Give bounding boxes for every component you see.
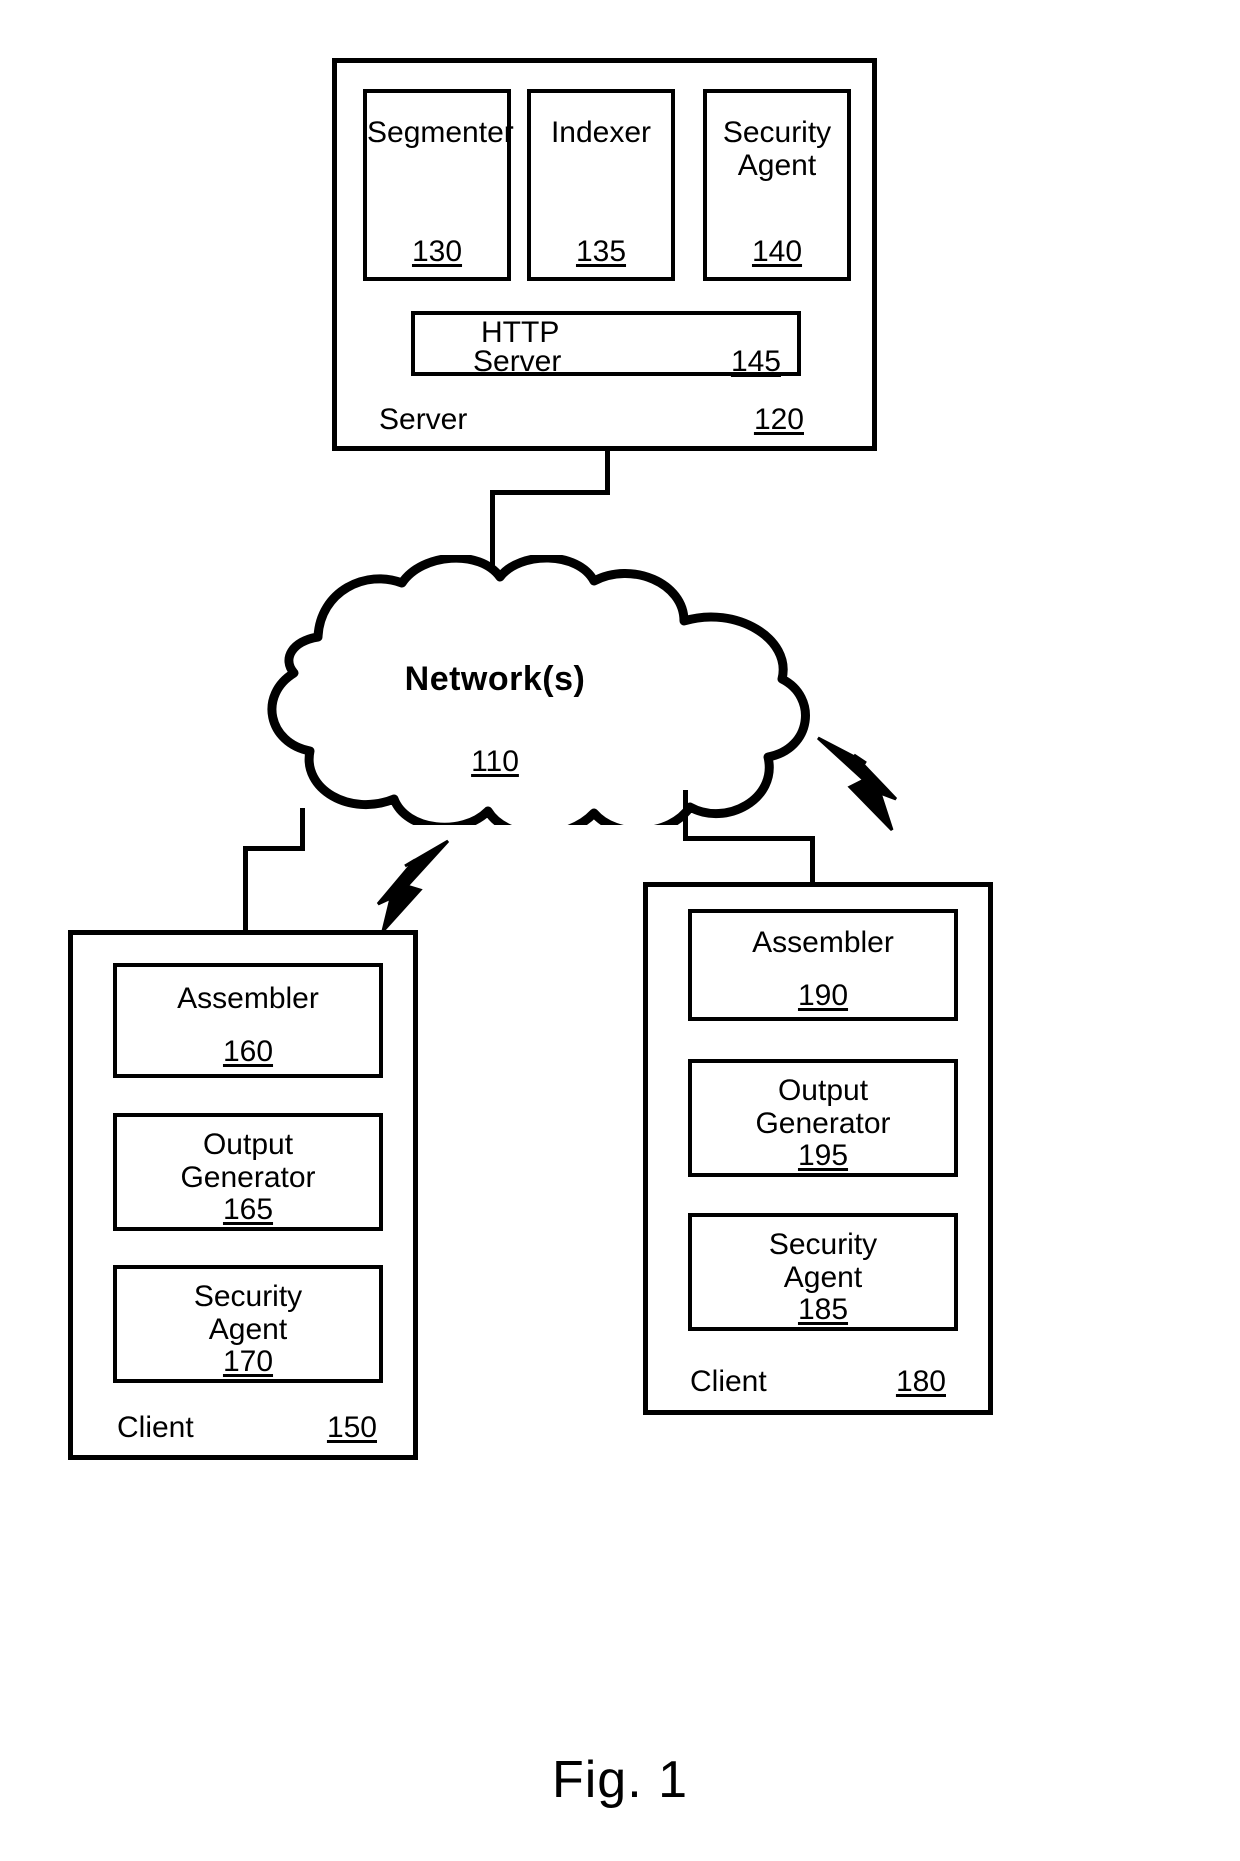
server-module-segmenter: Segmenter 130 (363, 89, 514, 281)
client-left-ref: 150 (326, 1411, 377, 1444)
client-right-assembler-ref: 190 (797, 979, 849, 1012)
client-left-module-output-generator: Output Generator 165 (113, 1113, 383, 1231)
http-server-title-line2: Server (473, 345, 562, 378)
assembler-ref: 160 (222, 1035, 274, 1068)
client-right-output-generator-title-line1: Output (777, 1074, 869, 1107)
network-ref: 110 (471, 745, 519, 778)
client-right-security-agent-title-line1: Security (768, 1228, 878, 1261)
client-left-module-assembler: Assembler 160 (113, 963, 383, 1078)
lightning-bolt-shape-right (816, 736, 898, 832)
connector-server-to-network-h (490, 490, 610, 495)
lightning-bolt-icon-right (810, 735, 925, 845)
client-left-label: Client (117, 1411, 194, 1444)
server-module-security-agent: Security Agent 140 (703, 89, 851, 281)
client-right-assembler-title: Assembler (752, 926, 894, 959)
server-container: Segmenter 130 Indexer 135 Security Agent… (332, 58, 877, 451)
network-label: Network(s) (404, 660, 586, 698)
client-left-security-agent-title-line2: Agent (208, 1313, 288, 1346)
client-right-security-agent-ref: 185 (797, 1293, 849, 1326)
server-ref: 120 (753, 403, 804, 436)
assembler-title: Assembler (177, 982, 319, 1015)
connector-network-to-client-left-v1 (300, 808, 305, 850)
server-module-indexer: Indexer 135 (527, 89, 675, 281)
client-right-container: Assembler 190 Output Generator 195 Secur… (643, 882, 993, 1415)
network-cloud: Network(s) 110 (170, 553, 820, 839)
indexer-ref: 135 (575, 235, 627, 268)
connector-network-to-client-left-v2 (243, 846, 248, 932)
output-generator-ref: 165 (222, 1193, 274, 1226)
patent-figure-page: Segmenter 130 Indexer 135 Security Agent… (0, 0, 1240, 1861)
client-right-output-generator-ref: 195 (797, 1139, 849, 1172)
client-right-module-security-agent: Security Agent 185 (688, 1213, 958, 1331)
client-right-module-output-generator: Output Generator 195 (688, 1059, 958, 1177)
security-agent-title-line1: Security (722, 116, 832, 149)
segmenter-ref: 130 (411, 235, 463, 268)
server-module-http-server: HTTP Server 145 (411, 311, 801, 378)
security-agent-title-line2: Agent (737, 149, 817, 182)
client-right-output-generator-title-line2: Generator (755, 1107, 891, 1140)
client-left-module-security-agent: Security Agent 170 (113, 1265, 383, 1383)
server-label: Server (379, 403, 468, 436)
client-right-security-agent-title-line2: Agent (783, 1261, 863, 1294)
connector-network-to-client-right-v1 (683, 790, 688, 840)
output-generator-title-line1: Output (202, 1128, 294, 1161)
client-left-security-agent-title-line1: Security (193, 1280, 303, 1313)
connector-network-to-client-right-h (683, 836, 815, 841)
lightning-bolt-shape (376, 839, 450, 933)
segmenter-title: Segmenter (367, 116, 514, 149)
client-right-label: Client (690, 1365, 767, 1398)
indexer-title: Indexer (550, 116, 652, 149)
security-agent-ref: 140 (751, 235, 803, 268)
connector-network-to-client-left-h (243, 846, 305, 851)
http-server-ref: 145 (730, 345, 781, 378)
lightning-bolt-icon (345, 838, 455, 943)
connector-server-to-network-v1 (605, 451, 610, 494)
client-right-module-assembler: Assembler 190 (688, 909, 958, 1021)
client-left-container: Assembler 160 Output Generator 165 Secur… (68, 930, 418, 1460)
client-right-ref: 180 (895, 1365, 946, 1398)
client-left-security-agent-ref: 170 (222, 1345, 274, 1378)
figure-caption: Fig. 1 (551, 1751, 689, 1809)
output-generator-title-line2: Generator (180, 1161, 316, 1194)
